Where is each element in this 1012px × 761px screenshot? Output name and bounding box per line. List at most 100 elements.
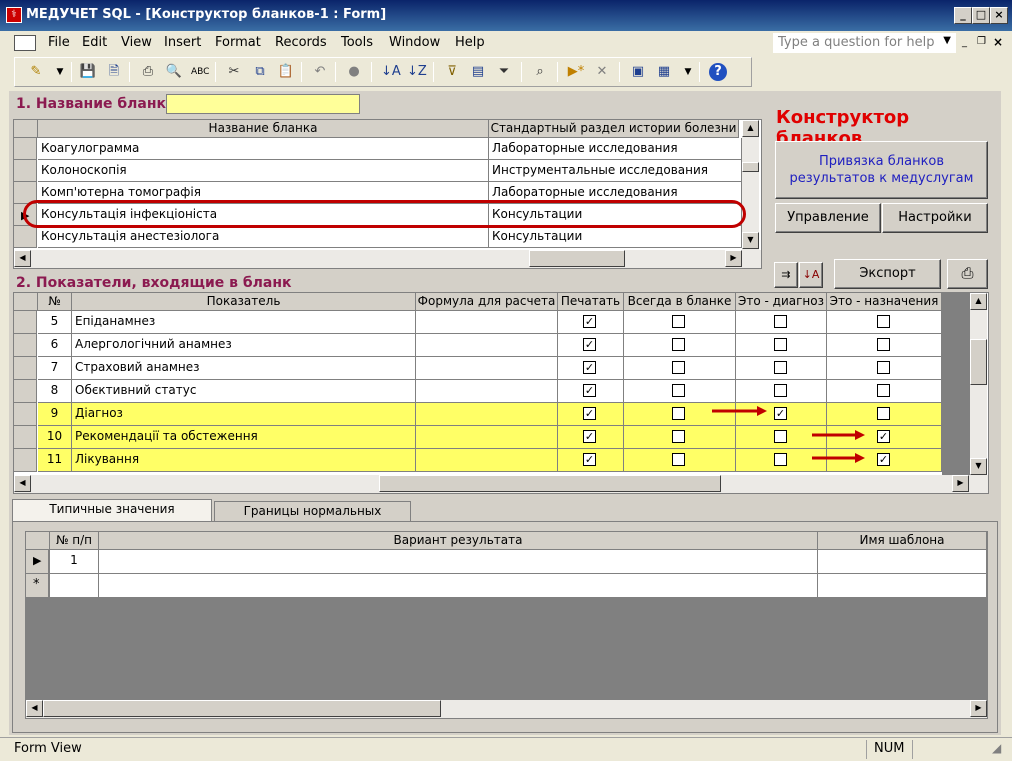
- scroll-thumb[interactable]: [970, 339, 987, 385]
- print-icon[interactable]: ⎙: [947, 259, 988, 289]
- row-selector[interactable]: [14, 311, 37, 334]
- row-selector[interactable]: [14, 357, 37, 380]
- new-row-template[interactable]: [818, 574, 987, 598]
- always-checkbox[interactable]: [672, 407, 685, 420]
- menu-format[interactable]: Format: [215, 35, 261, 50]
- print-checkbox[interactable]: ✓: [583, 407, 596, 420]
- new-row-variant[interactable]: [99, 574, 818, 598]
- indicator-no-cell[interactable]: 9: [38, 403, 72, 426]
- find-icon[interactable]: ⌕: [531, 63, 549, 81]
- assignment-checkbox[interactable]: ✓: [877, 430, 890, 443]
- filter-by-form-icon[interactable]: ▤: [469, 63, 487, 81]
- column-header-template[interactable]: Имя шаблона: [818, 532, 987, 550]
- print-preview-icon[interactable]: 🔍: [165, 63, 183, 81]
- column-header-always[interactable]: Всегда в бланке: [624, 293, 736, 311]
- always-checkbox[interactable]: [672, 453, 685, 466]
- row-selector[interactable]: [14, 426, 37, 449]
- scroll-down-icon[interactable]: ▼: [742, 232, 759, 249]
- scroll-right-icon[interactable]: ▶: [970, 700, 987, 717]
- diagnosis-checkbox[interactable]: [774, 384, 787, 397]
- apply-filter-icon[interactable]: ⏷: [495, 63, 513, 81]
- chevron-down-icon[interactable]: ▼: [679, 63, 697, 81]
- sort-descending-icon[interactable]: ↓Z: [407, 63, 427, 81]
- properties-icon[interactable]: ▣: [629, 63, 647, 81]
- export-form-button[interactable]: Экспорт бланка: [834, 259, 941, 308]
- design-view-icon[interactable]: ✎: [27, 63, 45, 81]
- column-header-assignment[interactable]: Это - назначения: [827, 293, 942, 311]
- save-icon[interactable]: 💾: [79, 63, 97, 81]
- settings-button[interactable]: Настройки: [882, 203, 988, 233]
- column-header-standard-section[interactable]: Стандартный раздел истории болезни: [489, 120, 739, 138]
- formula-cell[interactable]: [416, 334, 558, 357]
- indicator-name-cell[interactable]: Обєктивний статус: [72, 380, 416, 403]
- form-name-cell[interactable]: Колоноскопія: [38, 160, 489, 182]
- menu-window[interactable]: Window: [389, 35, 440, 50]
- sort-ascending-icon[interactable]: ↓A: [381, 63, 401, 81]
- indicator-name-cell[interactable]: Алергологічний анамнез: [72, 334, 416, 357]
- copy-icon[interactable]: ⧉: [251, 63, 269, 81]
- spelling-icon[interactable]: ABC: [191, 63, 209, 81]
- indicator-no-cell[interactable]: 7: [38, 357, 72, 380]
- formula-cell[interactable]: [416, 426, 558, 449]
- manage-button[interactable]: Управление: [775, 203, 881, 233]
- tab-typical-values[interactable]: Типичные значения показателя: [12, 499, 212, 534]
- standard-section-cell[interactable]: Консультации: [489, 226, 742, 248]
- scroll-left-icon[interactable]: ◀: [14, 475, 31, 492]
- row-selector[interactable]: [14, 334, 37, 357]
- indicator-no-cell[interactable]: 11: [38, 449, 72, 472]
- diagnosis-checkbox[interactable]: [774, 315, 787, 328]
- form-icon[interactable]: [14, 35, 36, 51]
- indicator-no-cell[interactable]: 6: [38, 334, 72, 357]
- scroll-down-icon[interactable]: ▼: [970, 458, 987, 475]
- assignment-checkbox[interactable]: [877, 338, 890, 351]
- menu-records[interactable]: Records: [275, 35, 327, 50]
- form-name-cell[interactable]: Консультація анестезіолога: [38, 226, 489, 248]
- help-icon[interactable]: ?: [709, 63, 727, 81]
- print-checkbox[interactable]: ✓: [583, 338, 596, 351]
- resize-grip-icon[interactable]: ◢: [992, 741, 1001, 755]
- filter-by-selection-icon[interactable]: ⊽: [443, 63, 461, 81]
- assignment-checkbox[interactable]: [877, 384, 890, 397]
- help-search-input[interactable]: Type a question for help ▼: [773, 33, 956, 53]
- file-search-icon[interactable]: 🗎: [105, 63, 123, 81]
- always-checkbox[interactable]: [672, 338, 685, 351]
- column-header-formula[interactable]: Формула для расчета: [416, 293, 558, 311]
- always-checkbox[interactable]: [672, 315, 685, 328]
- formula-cell[interactable]: [416, 357, 558, 380]
- chevron-down-icon[interactable]: ▼: [943, 35, 951, 46]
- scroll-thumb[interactable]: [43, 700, 441, 717]
- menu-tools[interactable]: Tools: [341, 35, 373, 50]
- print-icon[interactable]: ⎙: [139, 63, 157, 81]
- forms-vertical-scrollbar[interactable]: ▲ ▼: [742, 120, 759, 250]
- formula-cell[interactable]: [416, 449, 558, 472]
- new-record-icon[interactable]: *: [26, 574, 49, 598]
- formula-cell[interactable]: [416, 403, 558, 426]
- row-selector[interactable]: [14, 226, 37, 248]
- current-record-icon[interactable]: ▶: [26, 550, 49, 574]
- mdi-restore-icon[interactable]: ❐: [977, 36, 986, 47]
- scroll-thumb[interactable]: [742, 162, 759, 172]
- print-checkbox[interactable]: ✓: [583, 384, 596, 397]
- form-name-filter-input[interactable]: [166, 94, 360, 114]
- result-no[interactable]: 1: [50, 550, 99, 574]
- scroll-left-icon[interactable]: ◀: [26, 700, 43, 717]
- print-checkbox[interactable]: ✓: [583, 361, 596, 374]
- bring-indicator-icon[interactable]: ⇉: [774, 262, 798, 288]
- mdi-minimize-icon[interactable]: _: [962, 37, 967, 48]
- new-row-no[interactable]: [50, 574, 99, 598]
- standard-section-cell[interactable]: Инструментальные исследования: [489, 160, 742, 182]
- scroll-right-icon[interactable]: ▶: [725, 250, 742, 267]
- menu-insert[interactable]: Insert: [164, 35, 201, 50]
- column-header-form-name[interactable]: Название бланка: [38, 120, 489, 138]
- database-window-icon[interactable]: ▦: [655, 63, 673, 81]
- paste-icon[interactable]: 📋: [277, 63, 295, 81]
- column-header-diagnosis[interactable]: Это - диагноз: [736, 293, 827, 311]
- row-selector[interactable]: [14, 380, 37, 403]
- new-record-icon[interactable]: ▶*: [567, 63, 585, 81]
- assignment-checkbox[interactable]: ✓: [877, 453, 890, 466]
- sort-ascending-icon[interactable]: ↓A: [799, 262, 823, 288]
- menu-view[interactable]: View: [121, 35, 152, 50]
- menu-file[interactable]: File: [48, 35, 70, 50]
- chevron-down-icon[interactable]: ▼: [51, 63, 69, 81]
- always-checkbox[interactable]: [672, 361, 685, 374]
